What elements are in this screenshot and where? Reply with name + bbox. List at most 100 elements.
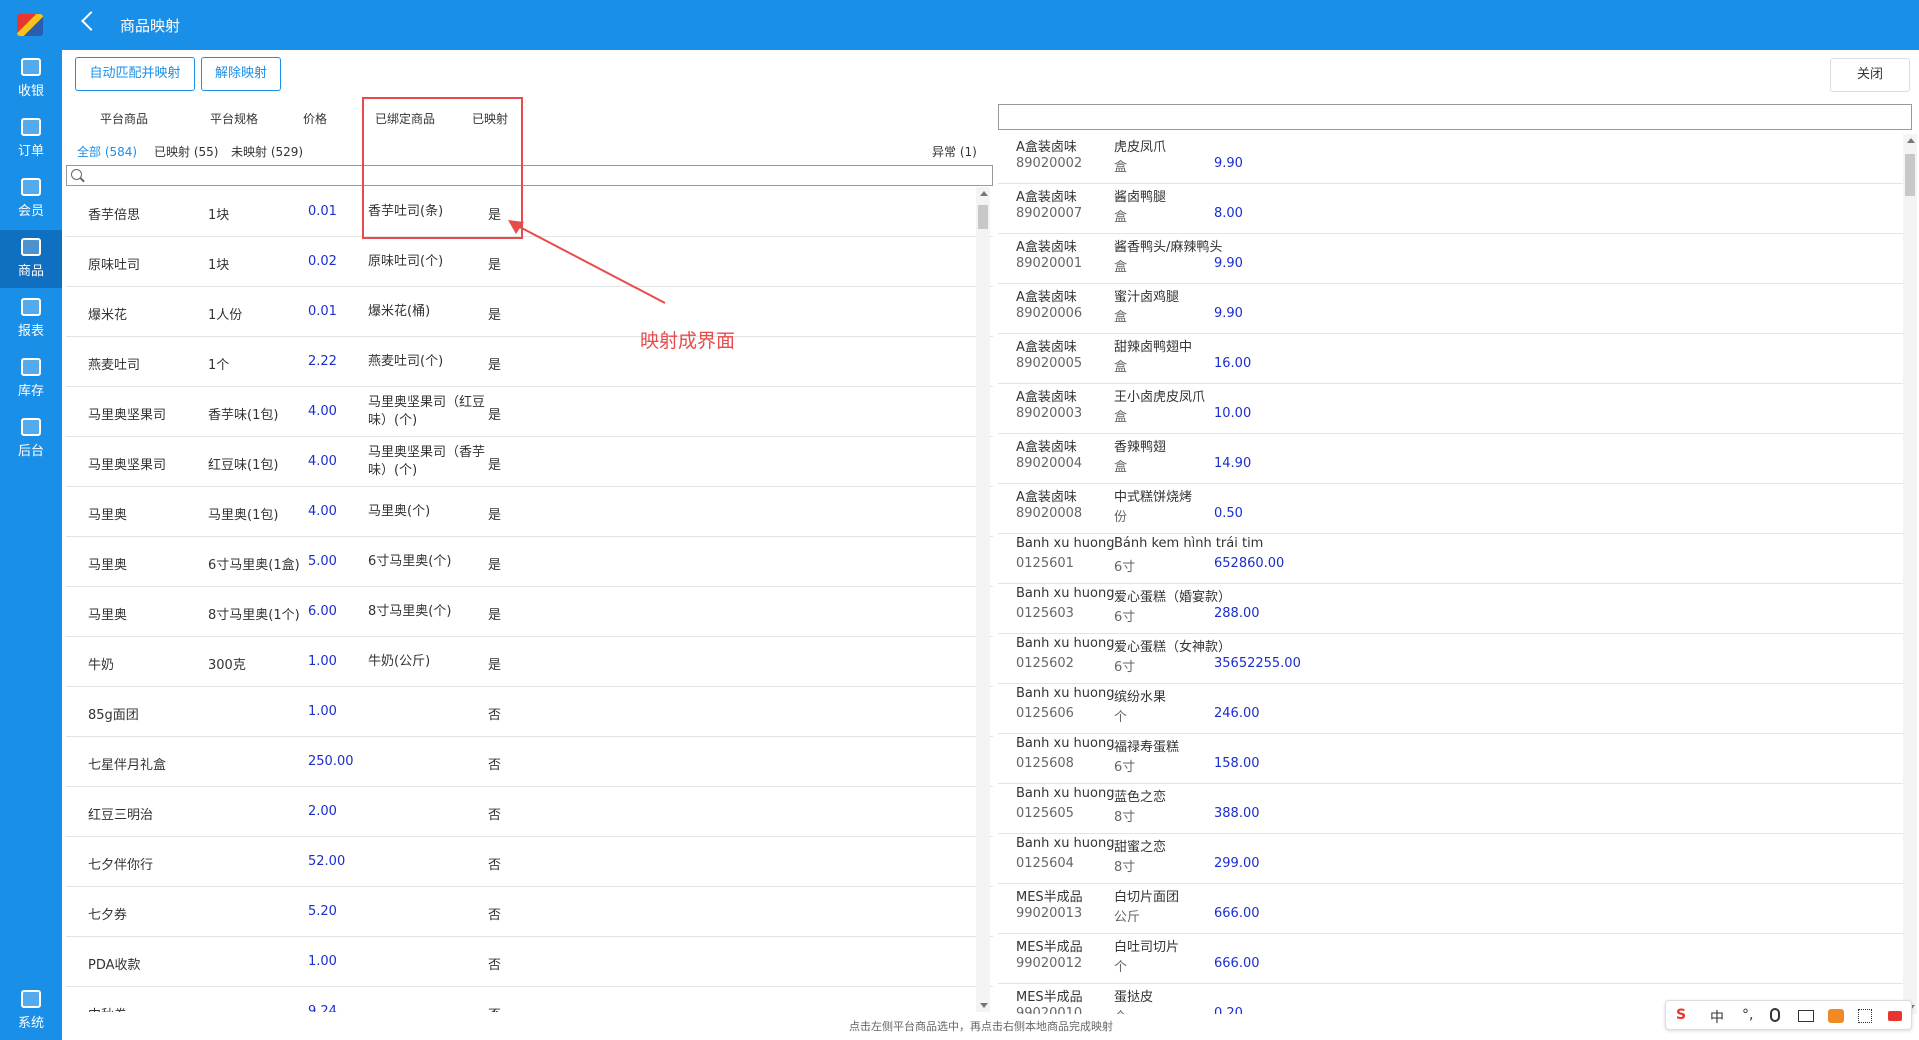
cell-name: 甜蜜之恋 [1114,840,1167,855]
cell-price: 666.00 [1214,906,1260,921]
cell-unit: 盒 [1114,460,1128,475]
tools-icon[interactable] [1888,1011,1902,1021]
table-row[interactable]: 七夕伴你行 52.00 否 [66,837,993,887]
scroll-up-icon[interactable] [980,191,988,196]
ime-toolbar: S 中 °, [1665,1000,1912,1030]
list-item[interactable]: MES半成品 99020013 白切片面团 公斤 666.00 [998,884,1903,934]
right-search-input[interactable] [998,104,1912,130]
table-row[interactable]: 85g面团 1.00 否 [66,687,993,737]
ime-lang[interactable]: 中 [1710,1007,1724,1027]
sidebar-item-reports[interactable]: 报表 [0,290,62,348]
sidebar-item-system[interactable]: 系统 [0,982,62,1040]
cell-unit: 盒 [1114,210,1128,225]
filter-unmapped[interactable]: 未映射 (529) [231,143,303,160]
scroll-up-icon[interactable] [1907,138,1915,143]
sidebar-item-backend[interactable]: 后台 [0,410,62,468]
cell-code: 89020008 [1016,506,1083,521]
left-search-input[interactable] [66,165,993,186]
cell-price: 0.20 [1214,1006,1243,1014]
scroll-thumb[interactable] [978,205,988,229]
cell-cat: Banh xu huong [1016,786,1115,801]
grid-icon[interactable] [1858,1009,1872,1023]
list-item[interactable]: A盒装卤味 89020006 蜜汁卤鸡腿盒 9.90 [998,284,1903,334]
table-row[interactable]: 马里奥 马里奥(1包) 4.00 马里奥(个) 是 [66,487,993,537]
table-row[interactable]: 马里奥 8寸马里奥(1个) 6.00 8寸马里奥(个) 是 [66,587,993,637]
scroll-down-icon[interactable] [980,1003,988,1008]
ime-punct[interactable]: °, [1742,1007,1753,1023]
sidebar-item-orders[interactable]: 订单 [0,110,62,168]
sidebar-item-inventory[interactable]: 库存 [0,350,62,408]
left-scrollbar[interactable] [976,187,990,1012]
table-row[interactable]: 马里奥坚果司 香芋味(1包) 4.00 马里奥坚果司（红豆味）(个) 是 [66,387,993,437]
list-item[interactable]: A盒装卤味 89020001 酱香鸭头/麻辣鸭头盒 9.90 [998,234,1903,284]
table-row[interactable]: 中秋券 9.24 否 [66,987,993,1012]
auto-match-button[interactable]: 自动匹配并映射 [75,57,195,91]
keyboard-icon[interactable] [1798,1010,1814,1022]
list-item[interactable]: MES半成品 99020012 白吐司切片个 666.00 [998,934,1903,984]
close-button[interactable]: 关闭 [1830,58,1910,92]
cell-bound: 马里奥坚果司（香芋味）(个) [368,445,486,478]
scroll-thumb[interactable] [1905,154,1915,196]
table-row[interactable]: 七星伴月礼盒 250.00 否 [66,737,993,787]
cell-cat: Banh xu huong [1016,636,1115,651]
table-row[interactable]: 牛奶 300克 1.00 牛奶(公斤) 是 [66,637,993,687]
home-icon [21,358,41,376]
sidebar-item-label: 系统 [17,1016,44,1031]
list-item[interactable]: A盒装卤味 89020002 虎皮凤爪盒 9.90 [998,134,1903,184]
list-item[interactable]: Banh xu huong 0125604 甜蜜之恋 8寸 299.00 [998,834,1903,884]
list-item[interactable]: Banh xu huong 0125606 缤纷水果个 246.00 [998,684,1903,734]
filter-mapped[interactable]: 已映射 (55) [154,143,218,160]
cell-bound: 8寸马里奥(个) [368,604,452,619]
list-item[interactable]: Banh xu huong 0125608 福禄寿蛋糕 6寸 158.00 [998,734,1903,784]
cell-mapped: 否 [488,808,502,823]
cell-name: 爱心蛋糕（女神款） [1114,640,1232,655]
sidebar-item-label: 订单 [17,144,44,159]
cell-code: 0125605 [1016,806,1074,821]
table-row[interactable]: 红豆三明治 2.00 否 [66,787,993,837]
cell-unit: 6寸 [1114,560,1136,575]
cell-price: 0.50 [1214,506,1243,521]
back-chevron-icon[interactable] [81,11,101,31]
list-item[interactable]: A盒装卤味 89020005 甜辣卤鸭翅中盒 16.00 [998,334,1903,384]
ime-logo[interactable]: S [1676,1007,1686,1023]
cell-price: 5.00 [308,554,337,569]
cell-bound [368,795,490,829]
list-item[interactable]: A盒装卤味 89020007 酱卤鸭腿盒 8.00 [998,184,1903,234]
cell-name: 蜜汁卤鸡腿 [1114,290,1180,305]
table-row[interactable]: PDA收款 1.00 否 [66,937,993,987]
reports-icon [21,298,41,316]
right-scrollbar[interactable] [1903,134,1917,1014]
filter-abnormal[interactable]: 异常 (1) [932,143,977,160]
cell-mapped: 是 [488,458,502,473]
sidebar-item-products[interactable]: 商品 [0,230,62,288]
table-row[interactable]: 马里奥坚果司 红豆味(1包) 4.00 马里奥坚果司（香芋味）(个) 是 [66,437,993,487]
cell-price: 16.00 [1214,356,1252,371]
list-item[interactable]: Banh xu huong 0125603 爱心蛋糕（婚宴款） 6寸 288.00 [998,584,1903,634]
table-row[interactable]: 七夕券 5.20 否 [66,887,993,937]
list-item[interactable]: A盒装卤味 89020004 香辣鸭翅盒 14.90 [998,434,1903,484]
cell-cat: Banh xu huong [1016,736,1115,751]
cell-name: 王小卤虎皮凤爪 [1114,390,1206,405]
cell-unit: 6寸 [1114,760,1136,775]
mic-icon[interactable] [1770,1008,1780,1022]
cell-bound: 马里奥(个) [368,504,431,519]
unmap-button[interactable]: 解除映射 [201,57,281,91]
cell-price: 9.90 [1214,156,1243,171]
table-row[interactable]: 马里奥 6寸马里奥(1盒) 5.00 6寸马里奥(个) 是 [66,537,993,587]
list-item[interactable]: A盒装卤味 89020008 中式糕饼烧烤份 0.50 [998,484,1903,534]
list-item[interactable]: Banh xu huong 0125601 Bánh kem hình trái t… [998,534,1903,584]
list-item[interactable]: A盒装卤味 89020003 王小卤虎皮凤爪盒 10.00 [998,384,1903,434]
sidebar-item-members[interactable]: 会员 [0,170,62,228]
list-item[interactable]: Banh xu huong 0125602 爱心蛋糕（女神款） 6寸 35652255.… [998,634,1903,684]
cell-name: 爱心蛋糕（婚宴款） [1114,590,1232,605]
cell-name: 红豆三明治 [88,808,154,823]
sidebar-item-cashier[interactable]: 收银 [0,50,62,108]
shirt-icon[interactable] [1828,1009,1844,1023]
cell-price: 666.00 [1214,956,1260,971]
column-header-price: 价格 [303,112,328,126]
sidebar-item-label: 收银 [17,84,44,99]
cell-code: 89020007 [1016,206,1083,221]
filter-all[interactable]: 全部 (584) [77,143,137,160]
list-item[interactable]: Banh xu huong 0125605 蓝色之恋 8寸 388.00 [998,784,1903,834]
table-row[interactable]: 燕麦吐司 1个 2.22 燕麦吐司(个) 是 [66,337,993,387]
